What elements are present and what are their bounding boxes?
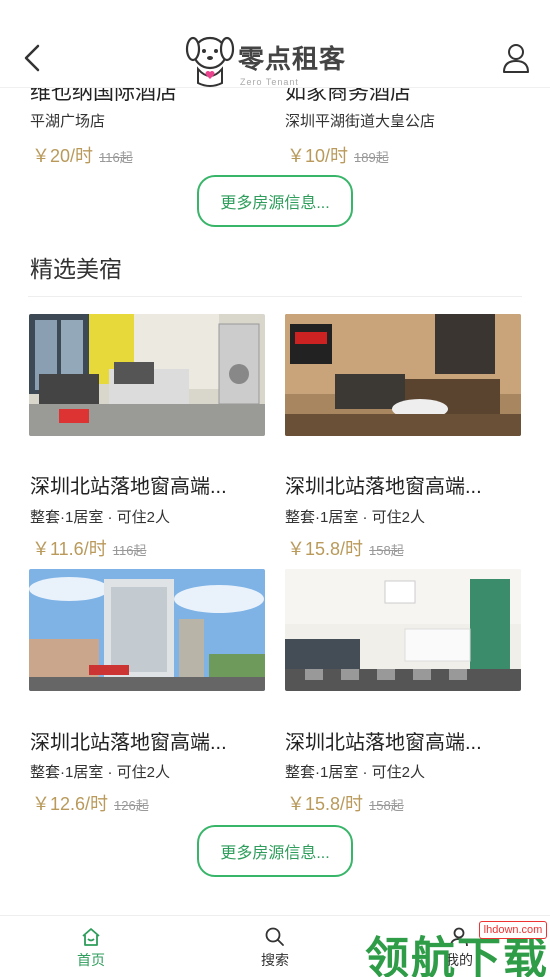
home-icon: [82, 928, 100, 946]
listing-title[interactable]: 深圳北站落地窗高端...: [30, 726, 266, 755]
listing-image[interactable]: [29, 314, 265, 436]
original-price: 158起: [369, 543, 404, 558]
nav-item-home[interactable]: 首页: [51, 926, 131, 970]
listing-price: ￥15.8/时 158起: [287, 790, 404, 816]
user-profile-icon[interactable]: [502, 42, 530, 74]
price-value: ￥15.8/时: [287, 539, 364, 559]
logo-subtext: Zero Tenant: [240, 77, 299, 87]
original-price: 189起: [354, 150, 389, 165]
listing-location: 平湖广场店: [30, 113, 106, 130]
section-divider: [28, 296, 522, 297]
back-arrow-icon[interactable]: [20, 42, 48, 74]
listing-price: ￥15.8/时 158起: [287, 535, 404, 561]
watermark-url: lhdown.com: [479, 921, 547, 939]
listing-details: 整套·1居室 · 可住2人: [30, 509, 171, 526]
original-price: 126起: [114, 798, 149, 813]
original-price: 158起: [369, 798, 404, 813]
nav-label: 搜索: [261, 952, 289, 968]
listing-image[interactable]: [285, 569, 521, 691]
price-value: ￥20/时: [32, 146, 94, 166]
original-price: 116起: [112, 543, 147, 558]
nav-label: 首页: [77, 952, 105, 968]
price-value: ￥10/时: [287, 146, 349, 166]
more-listings-button[interactable]: 更多房源信息...: [197, 825, 353, 877]
price-value: ￥12.6/时: [32, 794, 109, 814]
listing-price: ￥12.6/时 126起: [32, 790, 149, 816]
listing-title[interactable]: 深圳北站落地窗高端...: [285, 470, 521, 499]
listing-location: 深圳平湖街道大皇公店: [285, 113, 436, 130]
listing-title[interactable]: 深圳北站落地窗高端...: [30, 470, 266, 499]
watermark: 领航下载 lhdown.com: [365, 918, 550, 977]
price-value: ￥11.6/时: [32, 539, 107, 559]
puppy-logo-icon: [185, 36, 235, 87]
listing-details: 整套·1居室 · 可住2人: [30, 764, 171, 781]
listing-price: ￥20/时 116起: [32, 142, 133, 168]
listing-image[interactable]: [29, 569, 265, 691]
listing-price: ￥11.6/时 116起: [32, 535, 146, 561]
app-logo: 零点租客 Zero Tenant: [184, 33, 364, 89]
listing-details: 整套·1居室 · 可住2人: [285, 764, 426, 781]
nav-item-search[interactable]: 搜索: [235, 926, 315, 970]
listing-title[interactable]: 深圳北站落地窗高端...: [285, 726, 521, 755]
original-price: 116起: [99, 150, 133, 165]
app-header: 零点租客 Zero Tenant: [0, 0, 550, 88]
logo-text: 零点租客: [238, 45, 347, 75]
search-icon: [265, 927, 284, 946]
listing-price: ￥10/时 189起: [287, 142, 389, 168]
section-title: 精选美宿: [30, 256, 122, 282]
more-listings-button[interactable]: 更多房源信息...: [197, 175, 353, 227]
listing-details: 整套·1居室 · 可住2人: [285, 509, 426, 526]
price-value: ￥15.8/时: [287, 794, 364, 814]
listing-image[interactable]: [285, 314, 521, 436]
